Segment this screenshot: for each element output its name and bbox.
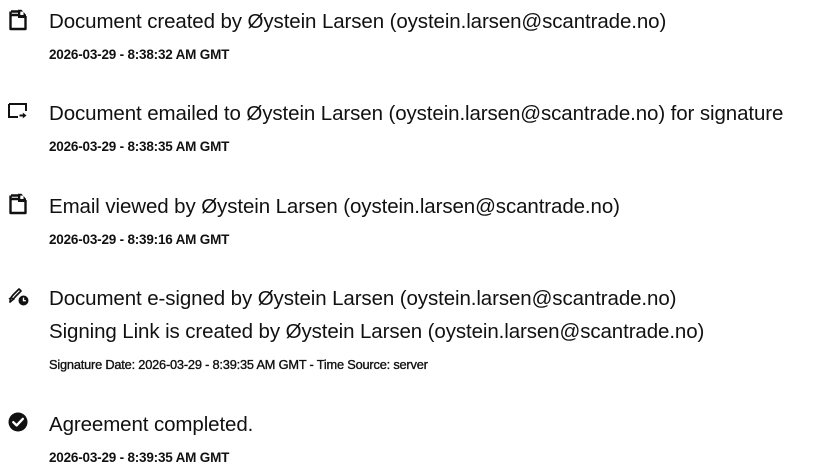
event-description: Document created by Øystein Larsen (oyst… [49, 10, 667, 33]
event-timestamp: 2026-03-29 - 8:39:35 AM GMT [49, 450, 230, 465]
event-description: Agreement completed. [49, 413, 254, 436]
email-viewed-icon [7, 193, 29, 215]
event-timestamp: 2026-03-29 - 8:39:16 AM GMT [49, 232, 230, 247]
event-description-secondary: Signing Link is created by Øystein Larse… [49, 320, 705, 343]
event-timestamp: 2026-03-29 - 8:38:32 AM GMT [49, 47, 230, 62]
document-created-icon [7, 9, 29, 31]
e-signed-icon [7, 285, 29, 307]
event-timestamp: 2026-03-29 - 8:38:35 AM GMT [49, 139, 230, 154]
agreement-completed-icon [7, 411, 29, 433]
event-description: Document e-signed by Øystein Larsen (oys… [49, 287, 677, 310]
event-description: Email viewed by Øystein Larsen (oystein.… [49, 195, 620, 218]
event-signature-date: Signature Date: 2026-03-29 - 8:39:35 AM … [49, 357, 428, 372]
event-description: Document emailed to Øystein Larsen (oyst… [49, 102, 784, 125]
document-emailed-icon [7, 101, 29, 123]
